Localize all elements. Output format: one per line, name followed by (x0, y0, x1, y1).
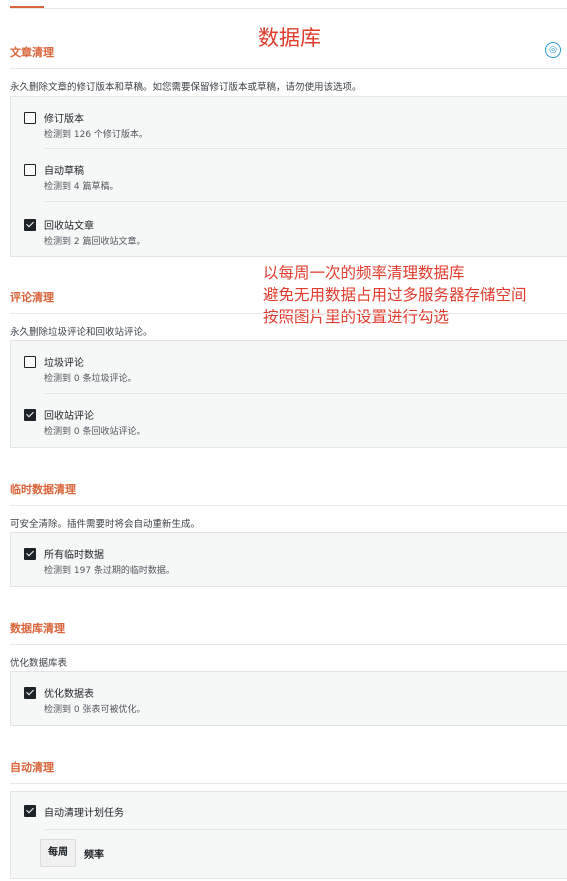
options-box: 垃圾评论 检测到 0 条垃圾评论。 回收站评论 检测到 0 条回收站评论。 (10, 340, 567, 448)
option-description: 检测到 0 张表可被优化。 (44, 705, 146, 715)
option-spam-comments: 垃圾评论 检测到 0 条垃圾评论。 (11, 341, 567, 394)
section-auto-cleanup: 自动清理 (10, 759, 567, 784)
section-database-cleanup: 数据库清理 优化数据库表 (10, 620, 567, 669)
section-transient-cleanup: 临时数据清理 可安全清除。插件需要时将会自动重新生成。 (10, 481, 567, 530)
option-description: 检测到 4 篇草稿。 (44, 182, 119, 192)
section-title: 自动清理 (10, 759, 567, 784)
option-auto-drafts: 自动草稿 检测到 4 篇草稿。 (11, 149, 567, 202)
checkbox-icon[interactable] (24, 164, 36, 176)
option-label: 所有临时数据 (44, 550, 104, 561)
option-scheduled-cleanup: 自动清理计划任务 (11, 792, 567, 830)
frequency-select[interactable]: 每周 (40, 839, 76, 867)
options-box: 优化数据表 检测到 0 张表可被优化。 (10, 671, 567, 726)
option-label: 垃圾评论 (44, 358, 84, 369)
option-description: 检测到 0 条回收站评论。 (44, 427, 146, 437)
option-trash-comments: 回收站评论 检测到 0 条回收站评论。 (11, 394, 567, 447)
annotation-line: 以每周一次的频率清理数据库 (263, 264, 465, 282)
option-label: 自动草稿 (44, 166, 84, 177)
option-label: 回收站评论 (44, 411, 94, 422)
section-title: 文章清理 (10, 44, 567, 69)
option-description: 检测到 2 篇回收站文章。 (44, 237, 146, 247)
section-comment-cleanup: 评论清理 永久删除垃圾评论和回收站评论。 (10, 289, 567, 338)
option-label: 回收站文章 (44, 221, 94, 232)
section-title: 数据库清理 (10, 620, 567, 645)
option-revisions: 修订版本 检测到 126 个修订版本。 (11, 97, 567, 149)
checkbox-icon[interactable] (24, 112, 36, 124)
option-optimize-tables: 优化数据表 检测到 0 张表可被优化。 (11, 672, 567, 725)
option-description: 检测到 126 个修订版本。 (44, 130, 148, 140)
section-title: 评论清理 (10, 289, 567, 314)
option-description: 检测到 0 条垃圾评论。 (44, 374, 137, 384)
checkbox-icon[interactable] (24, 687, 36, 699)
option-label: 优化数据表 (44, 689, 94, 700)
options-box: 修订版本 检测到 126 个修订版本。 自动草稿 检测到 4 篇草稿。 回收站文… (10, 96, 567, 257)
checkbox-icon[interactable] (24, 356, 36, 368)
options-box: 自动清理计划任务 (10, 791, 567, 879)
section-description: 优化数据库表 (10, 658, 68, 669)
divider (45, 829, 567, 830)
section-description: 永久删除垃圾评论和回收站评论。 (10, 327, 153, 338)
section-post-cleanup: 文章清理 永久删除文章的修订版本和草稿。如您需要保留修订版本或草稿，请勿使用该选… (10, 44, 567, 93)
frequency-label: 频率 (84, 850, 104, 861)
section-description: 可安全清除。插件需要时将会自动重新生成。 (10, 519, 201, 530)
option-all-transients: 所有临时数据 检测到 197 条过期的临时数据。 (11, 533, 567, 586)
option-label: 修订版本 (44, 114, 84, 125)
tab-divider (10, 8, 567, 9)
option-trash-posts: 回收站文章 检测到 2 篇回收站文章。 (11, 202, 567, 256)
section-title: 临时数据清理 (10, 481, 567, 506)
checkbox-icon[interactable] (24, 548, 36, 560)
checkbox-icon[interactable] (24, 219, 36, 231)
options-box: 所有临时数据 检测到 197 条过期的临时数据。 (10, 532, 567, 587)
section-description: 永久删除文章的修订版本和草稿。如您需要保留修订版本或草稿，请勿使用该选项。 (10, 82, 362, 93)
option-label: 自动清理计划任务 (44, 808, 124, 819)
option-description: 检测到 197 条过期的临时数据。 (44, 566, 175, 576)
checkbox-icon[interactable] (24, 805, 36, 817)
checkbox-icon[interactable] (24, 409, 36, 421)
